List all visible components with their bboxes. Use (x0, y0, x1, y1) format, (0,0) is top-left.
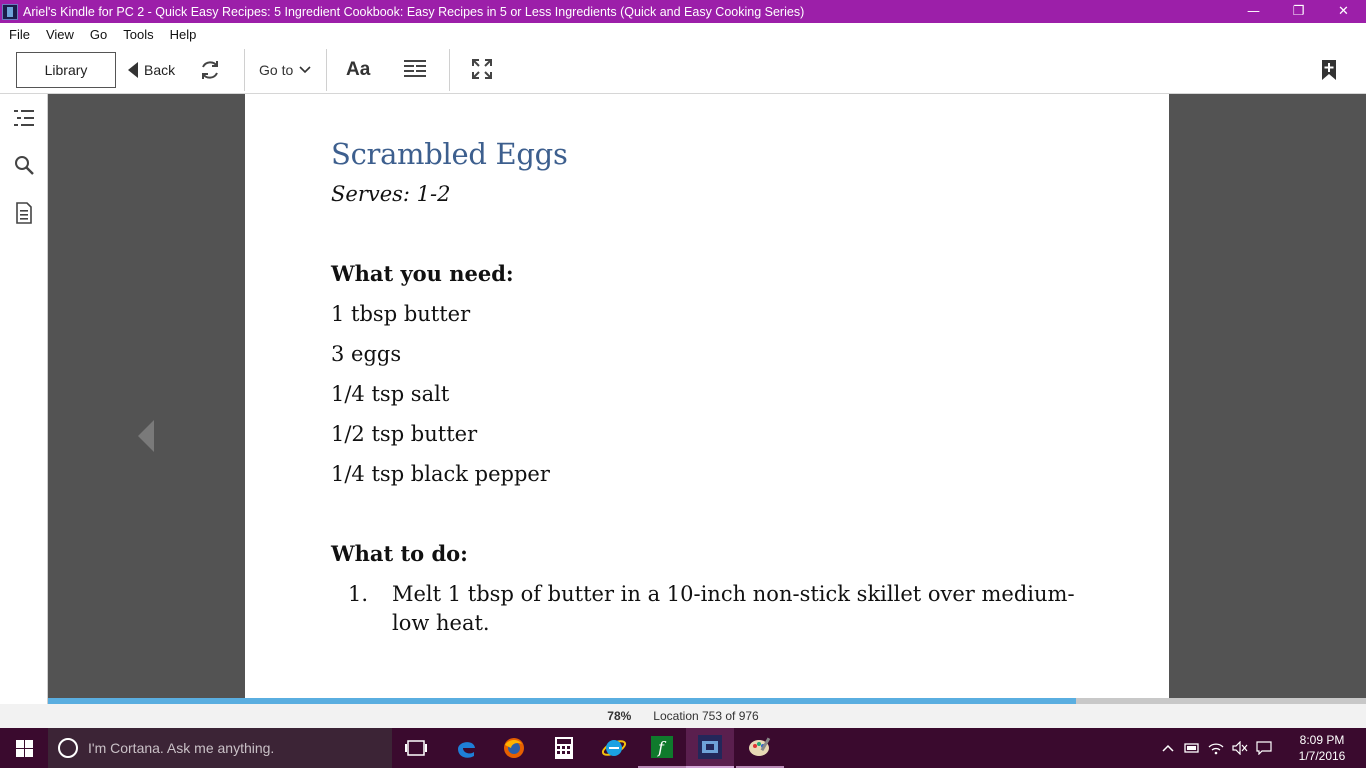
notes-icon[interactable] (13, 202, 35, 224)
restore-button[interactable]: ❐ (1276, 0, 1321, 23)
volume-muted-icon[interactable] (1228, 741, 1252, 755)
toolbar-divider (326, 49, 327, 91)
direction-step: 1. Melt 1 tbsp of butter in a 10-inch no… (331, 580, 1091, 638)
window-title: Ariel's Kindle for PC 2 - Quick Easy Rec… (23, 4, 805, 19)
goto-label: Go to (259, 62, 294, 78)
table-of-contents-icon[interactable] (13, 107, 35, 129)
page-content: Scrambled Eggs Serves: 1-2 What you need… (331, 134, 1091, 638)
left-sidebar (0, 94, 48, 704)
step-number: 1. (348, 582, 369, 606)
library-button[interactable]: Library (16, 52, 116, 88)
minimize-button[interactable]: — (1231, 0, 1276, 23)
back-button[interactable]: Back (128, 52, 175, 88)
back-arrow-icon (128, 62, 138, 78)
progress-percent: 78% (607, 709, 632, 723)
clock-date: 1/7/2016 (1298, 749, 1346, 763)
ingredient-item: 1/2 tsp butter (331, 422, 478, 446)
start-button[interactable] (0, 728, 48, 768)
paint-icon[interactable] (736, 728, 784, 768)
font-settings-button[interactable]: Aa (346, 52, 370, 88)
cortana-icon (58, 738, 78, 758)
network-icon[interactable] (1204, 741, 1228, 755)
menu-go[interactable]: Go (82, 27, 115, 42)
kindle-icon[interactable] (686, 728, 734, 768)
sync-icon[interactable] (198, 58, 222, 82)
ingredient-item: 3 eggs (331, 342, 402, 366)
previous-page-icon[interactable] (138, 420, 154, 452)
ingredient-item: 1/4 tsp black pepper (331, 462, 550, 486)
ingredients-heading: What you need: (331, 261, 514, 286)
add-bookmark-icon[interactable] (1320, 59, 1338, 81)
task-view-icon[interactable] (392, 728, 440, 768)
toolbar: Library Back Go to Aa (0, 45, 1366, 94)
taskbar: I'm Cortana. Ask me anything. f 8:09 PM … (0, 728, 1366, 768)
book-page: Scrambled Eggs Serves: 1-2 What you need… (245, 94, 1169, 698)
calculator-icon[interactable] (540, 728, 588, 768)
serves-text: Serves: 1-2 (331, 182, 451, 206)
menu-tools[interactable]: Tools (115, 27, 161, 42)
ingredient-item: 1 tbsp butter (331, 302, 471, 326)
menu-help[interactable]: Help (162, 27, 205, 42)
status-bar: 78% Location 753 of 976 (0, 704, 1366, 728)
clock-time: 8:09 PM (1299, 733, 1345, 747)
toolbar-divider (449, 49, 450, 91)
cortana-placeholder: I'm Cortana. Ask me anything. (88, 740, 275, 756)
fullscreen-icon[interactable] (471, 58, 493, 80)
internet-explorer-icon[interactable] (590, 728, 638, 768)
action-center-icon[interactable] (1252, 741, 1276, 755)
close-button[interactable]: ✕ (1321, 0, 1366, 23)
menu-file[interactable]: File (0, 27, 38, 42)
step-text: Melt 1 tbsp of butter in a 10-inch non-s… (392, 582, 1075, 635)
title-bar: Ariel's Kindle for PC 2 - Quick Easy Rec… (0, 0, 1366, 23)
menu-bar: File View Go Tools Help (0, 23, 1366, 45)
chevron-down-icon (299, 66, 311, 74)
menu-view[interactable]: View (38, 27, 82, 42)
window-controls: — ❐ ✕ (1231, 0, 1366, 23)
battery-icon[interactable] (1180, 742, 1204, 754)
directions-heading: What to do: (331, 541, 468, 566)
edge-icon[interactable] (442, 728, 490, 768)
formula-app-icon[interactable]: f (638, 728, 686, 768)
kindle-app-icon (2, 3, 18, 20)
ingredient-item: 1/4 tsp salt (331, 382, 450, 406)
system-tray: 8:09 PM 1/7/2016 (1156, 728, 1366, 768)
goto-button[interactable]: Go to (259, 52, 311, 88)
search-icon[interactable] (13, 154, 35, 176)
back-label: Back (144, 62, 176, 78)
location-text: Location 753 of 976 (653, 709, 759, 723)
windows-logo-icon (15, 739, 33, 757)
toolbar-divider (244, 49, 245, 91)
firefox-icon[interactable] (490, 728, 538, 768)
cortana-search-box[interactable]: I'm Cortana. Ask me anything. (48, 728, 392, 768)
view-mode-icon[interactable] (404, 59, 426, 79)
system-clock[interactable]: 8:09 PM 1/7/2016 (1286, 732, 1358, 764)
show-hidden-icons-icon[interactable] (1156, 744, 1180, 752)
recipe-title: Scrambled Eggs (331, 137, 568, 171)
reading-area: Scrambled Eggs Serves: 1-2 What you need… (48, 94, 1366, 698)
